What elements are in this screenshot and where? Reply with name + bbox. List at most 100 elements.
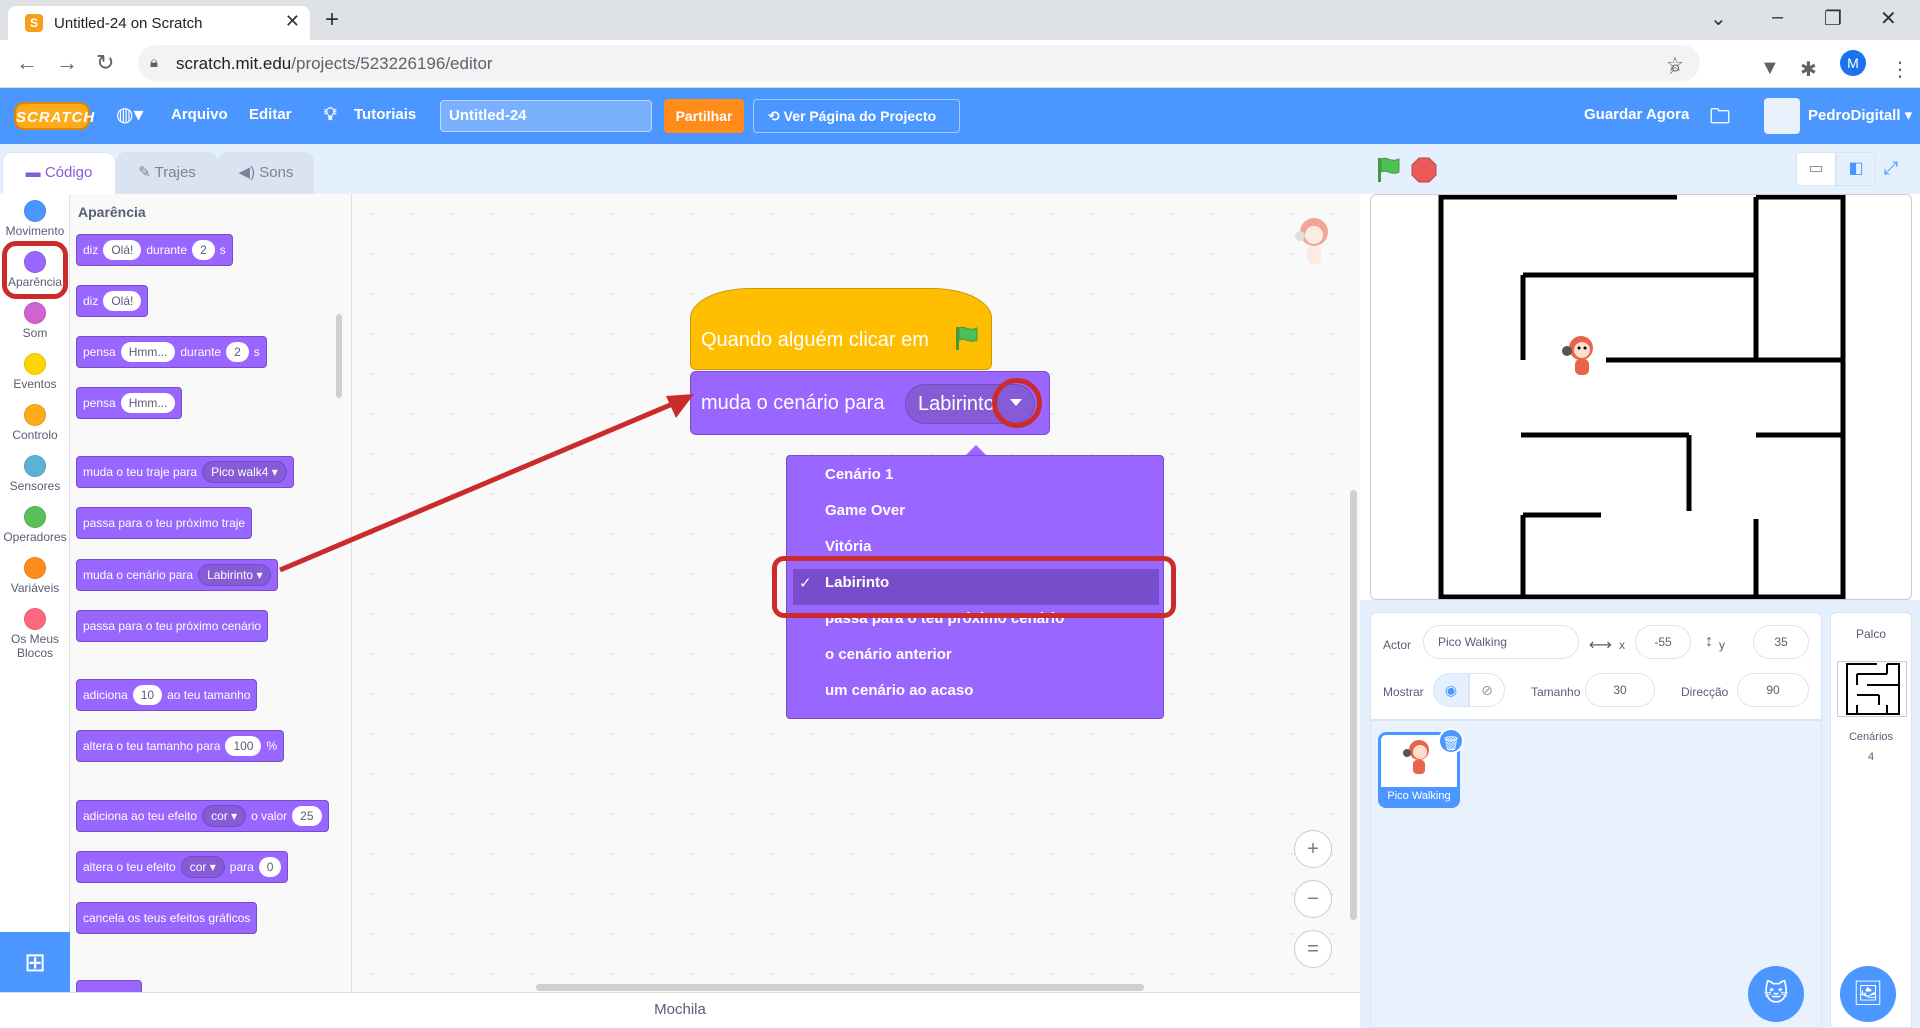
block-partial[interactable]: [76, 980, 142, 992]
sprite-name-input[interactable]: Pico Walking: [1423, 625, 1579, 659]
menu-file[interactable]: Arquivo: [171, 106, 228, 123]
green-flag-icon[interactable]: [1374, 156, 1402, 184]
effect-dropdown[interactable]: cor ▾: [180, 856, 225, 878]
category-motion[interactable]: Movimento: [0, 200, 70, 238]
backpack-bar[interactable]: Mochila: [0, 992, 1360, 1028]
block-change-size[interactable]: adiciona 10 ao teu tamanho: [76, 679, 258, 711]
sprite-thumbnail-name: Pico Walking: [1381, 787, 1457, 805]
username[interactable]: PedroDigitall ▾: [1808, 106, 1912, 124]
block-next-backdrop[interactable]: passa para o teu próximo cenário: [76, 610, 269, 642]
effect-set-input[interactable]: 0: [258, 857, 282, 877]
menu-item-previous-backdrop[interactable]: o cenário anterior: [825, 646, 952, 663]
small-stage-icon[interactable]: ▭: [1796, 152, 1836, 186]
menu-item-game-over[interactable]: Game Over: [825, 502, 905, 519]
show-eye-icon[interactable]: ◉: [1433, 673, 1469, 707]
tab-code[interactable]: ▬ Código: [2, 152, 116, 194]
stage-canvas[interactable]: [1370, 194, 1912, 600]
category-control[interactable]: Controlo: [0, 404, 70, 442]
think-secs-input[interactable]: 2: [226, 342, 249, 362]
large-stage-icon[interactable]: ◧: [1836, 152, 1876, 186]
back-icon[interactable]: ←: [16, 50, 38, 76]
tab-search-icon[interactable]: ⌄: [1710, 6, 1727, 31]
choose-backdrop-button[interactable]: 🖼︎: [1840, 966, 1896, 1022]
new-tab-icon[interactable]: +: [325, 6, 339, 34]
tab-costumes[interactable]: ✎ Trajes: [116, 152, 218, 194]
say-text-input[interactable]: Olá!: [103, 240, 142, 260]
zoom-reset-button[interactable]: =: [1294, 930, 1332, 968]
block-next-costume[interactable]: passa para o teu próximo traje: [76, 507, 253, 539]
x-input[interactable]: -55: [1635, 625, 1691, 659]
menu-item-backdrop1[interactable]: Cenário 1: [825, 466, 893, 483]
close-window-icon[interactable]: ✕: [1880, 6, 1897, 31]
zoom-out-button[interactable]: −: [1294, 880, 1332, 918]
stop-sign-icon[interactable]: [1410, 156, 1438, 184]
restore-window-icon[interactable]: ❐: [1824, 6, 1842, 31]
say-text-input[interactable]: Olá!: [103, 291, 142, 311]
fullscreen-icon[interactable]: ⤢: [1874, 152, 1908, 186]
user-avatar[interactable]: [1764, 98, 1800, 134]
block-palette: Aparência diz Olá! durante 2 s diz Olá! pen…: [70, 194, 352, 992]
workspace-horizontal-scrollbar[interactable]: [536, 984, 1144, 991]
category-sound[interactable]: Som: [0, 302, 70, 340]
block-change-effect[interactable]: adiciona ao teu efeito cor ▾ o valor 25: [76, 800, 329, 832]
think-text-input[interactable]: Hmm...: [120, 393, 176, 413]
effect-change-input[interactable]: 25: [292, 806, 322, 826]
see-project-page-button[interactable]: ⟲ Ver Página do Projecto: [753, 99, 960, 133]
menu-item-random-backdrop[interactable]: um cenário ao acaso: [825, 682, 973, 699]
block-set-size[interactable]: altera o teu tamanho para 100 %: [76, 730, 285, 762]
extension-icon[interactable]: ▼: [1760, 57, 1780, 80]
save-now-button[interactable]: Guardar Agora: [1584, 106, 1689, 123]
zoom-magnifier-icon[interactable]: ⌕: [1670, 57, 1681, 80]
y-input[interactable]: 35: [1753, 625, 1809, 659]
my-stuff-folder-icon[interactable]: 🗀: [1710, 102, 1730, 136]
puzzle-extensions-icon[interactable]: ✱: [1800, 57, 1817, 82]
project-title-input[interactable]: Untitled-24: [440, 100, 652, 132]
block-say[interactable]: diz Olá!: [76, 285, 149, 317]
say-secs-input[interactable]: 2: [192, 240, 215, 260]
category-events[interactable]: Eventos: [0, 353, 70, 391]
menu-item-victory[interactable]: Vitória: [825, 538, 871, 555]
when-flag-clicked-block[interactable]: Quando alguém clicar em: [690, 288, 992, 370]
browser-tab[interactable]: S Untitled-24 on Scratch ✕: [8, 6, 310, 40]
effect-dropdown[interactable]: cor ▾: [202, 805, 247, 827]
close-tab-icon[interactable]: ✕: [285, 11, 300, 32]
tab-sounds[interactable]: ◀) Sons: [218, 152, 314, 194]
scratch-logo[interactable]: SCRATCH: [14, 102, 94, 130]
block-set-effect[interactable]: altera o teu efeito cor ▾ para 0: [76, 851, 289, 883]
size-set-input[interactable]: 100: [225, 736, 262, 756]
workspace-vertical-scrollbar[interactable]: [1350, 490, 1357, 920]
url-field[interactable]: 🔒︎ scratch.mit.edu/projects/523226196/ed…: [138, 45, 1700, 81]
size-input[interactable]: 30: [1585, 673, 1655, 707]
category-variables[interactable]: Variáveis: [0, 557, 70, 595]
profile-avatar[interactable]: M: [1840, 50, 1866, 76]
block-switch-costume[interactable]: muda o teu traje para Pico walk4 ▾: [76, 456, 294, 488]
block-clear-effects[interactable]: cancela os teus efeitos gráficos: [76, 902, 258, 934]
share-button[interactable]: Partilhar: [664, 99, 744, 133]
category-my-blocks[interactable]: Os Meus Blocos: [0, 608, 70, 660]
block-think[interactable]: pensa Hmm...: [76, 387, 183, 419]
menu-tutorials[interactable]: Tutoriais: [354, 106, 416, 123]
delete-sprite-icon[interactable]: 🗑︎: [1438, 728, 1464, 754]
block-say-for[interactable]: diz Olá! durante 2 s: [76, 234, 233, 266]
minimize-window-icon[interactable]: –: [1772, 6, 1783, 29]
forward-icon[interactable]: →: [56, 50, 78, 76]
block-think-for[interactable]: pensa Hmm... durante 2 s: [76, 336, 267, 368]
backdrop-dropdown[interactable]: Labirinto ▾: [198, 564, 272, 586]
category-operators[interactable]: Operadores: [0, 506, 70, 544]
annotation-arrow: [279, 394, 694, 573]
size-change-input[interactable]: 10: [132, 685, 163, 705]
choose-sprite-button[interactable]: 🐱︎: [1748, 966, 1804, 1022]
think-text-input[interactable]: Hmm...: [120, 342, 176, 362]
direction-input[interactable]: 90: [1737, 673, 1809, 707]
pico-sprite[interactable]: [1561, 333, 1601, 381]
browser-menu-icon[interactable]: ⋮: [1890, 57, 1910, 82]
reload-icon[interactable]: ↻: [96, 50, 114, 76]
language-globe-icon[interactable]: ◍▾: [116, 102, 144, 127]
add-extension-button[interactable]: ⊞: [0, 932, 70, 992]
hide-eye-icon[interactable]: ⊘: [1469, 673, 1505, 707]
category-sensing[interactable]: Sensores: [0, 455, 70, 493]
menu-edit[interactable]: Editar: [249, 106, 292, 123]
zoom-in-button[interactable]: +: [1294, 830, 1332, 868]
block-switch-backdrop[interactable]: muda o cenário para Labirinto ▾: [76, 559, 279, 591]
tutorials-bulb-icon: 💡︎: [324, 104, 337, 124]
